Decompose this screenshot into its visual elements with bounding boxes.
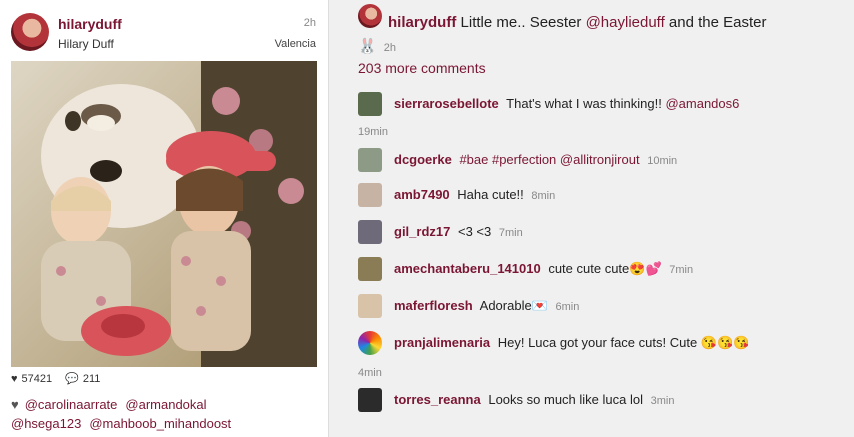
comment-username[interactable]: gil_rdz17: [394, 224, 450, 239]
post-stats: ♥ 57421 💬 211: [11, 372, 104, 385]
comment-time: 3min: [650, 395, 675, 407]
comment-text-line: dcgoerke #bae #perfection @allitronjirou…: [394, 152, 677, 167]
liker-link[interactable]: @mahboob_mihandoost: [89, 416, 231, 431]
comment-text: <3 <3: [457, 224, 492, 239]
avatar[interactable]: [358, 331, 382, 355]
likers-list: ♥ @carolinaarrate @armandokal @hsega123 @ma…: [11, 395, 321, 433]
comment-time: 8min: [531, 190, 556, 202]
comment-username[interactable]: dcgoerke: [394, 152, 452, 167]
caption-text: hilaryduff Little me.. Seester @hayliedu…: [388, 14, 767, 31]
caption-username[interactable]: hilaryduff: [388, 14, 456, 31]
comment-text-line: maferfloresh Adorable💌 6min: [394, 298, 579, 314]
comment-text: Haha cute!!: [457, 187, 524, 202]
comment-text: That's what I was thinking!!: [506, 96, 662, 111]
comment-text-line: torres_reanna Looks so much like luca lo…: [394, 392, 674, 407]
post-card: hilaryduff Hilary Duff 2h Valencia ♥ 574…: [0, 0, 329, 437]
post-photo[interactable]: [11, 61, 317, 367]
liker-link[interactable]: @armandokal: [125, 397, 206, 412]
avatar[interactable]: [358, 4, 382, 28]
comment-username[interactable]: torres_reanna: [394, 392, 481, 407]
avatar[interactable]: [358, 183, 382, 207]
post-header: hilaryduff Hilary Duff 2h Valencia: [10, 12, 320, 56]
comment-time: 4min: [358, 367, 382, 379]
caption-body-end: and the Easter: [668, 14, 767, 31]
post-location[interactable]: Valencia: [275, 38, 316, 50]
more-comments-link[interactable]: 203 more comments: [358, 60, 486, 76]
avatar[interactable]: [358, 294, 382, 318]
avatar[interactable]: [358, 148, 382, 172]
comment-time: 10min: [647, 155, 678, 167]
rabbit-icon: 🐰: [358, 38, 377, 55]
comment-username[interactable]: maferfloresh: [394, 298, 473, 313]
comment-time: 7min: [669, 264, 694, 276]
heart-icon[interactable]: ♥: [11, 373, 18, 385]
comment-time: 6min: [555, 301, 580, 313]
post-time: 2h: [303, 17, 316, 29]
comment-username[interactable]: amb7490: [394, 187, 450, 202]
caption-mention[interactable]: @haylieduff: [586, 14, 665, 31]
liker-link[interactable]: @carolinaarrate: [25, 397, 118, 412]
comment-username[interactable]: amechantaberu_141010: [394, 261, 541, 276]
liker-link[interactable]: @hsega123: [11, 416, 81, 431]
comment-mention[interactable]: @amandos6: [665, 96, 739, 111]
comment-username[interactable]: pranjalimenaria: [394, 335, 490, 350]
comment-text-line: amechantaberu_141010 cute cute cute😍💕 7m…: [394, 261, 693, 277]
comment-text: Looks so much like luca lol: [488, 392, 643, 407]
photo-illustration: [11, 61, 317, 367]
avatar[interactable]: [358, 388, 382, 412]
comment-text-line: gil_rdz17 <3 <3 7min: [394, 224, 523, 239]
comments-count: 211: [82, 373, 101, 385]
comment-text-line: pranjalimenaria Hey! Luca got your face …: [394, 335, 749, 351]
avatar[interactable]: [358, 257, 382, 281]
comment-mention[interactable]: #bae #perfection @allitronjirout: [459, 152, 639, 167]
comment-text-line: amb7490 Haha cute!! 8min: [394, 187, 555, 202]
caption-meta: 🐰 2h: [358, 37, 396, 55]
comment-time: 19min: [358, 126, 388, 138]
likes-count: 57421: [21, 373, 53, 385]
caption-body-start: Little me.. Seester: [460, 14, 582, 31]
caption-time: 2h: [383, 42, 396, 54]
speech-bubble-icon[interactable]: 💬: [65, 373, 79, 385]
heart-icon: ♥: [11, 397, 19, 412]
comment-time: 7min: [498, 227, 523, 239]
comment-username[interactable]: sierrarosebellote: [394, 96, 499, 111]
comment-text: Hey! Luca got your face cuts! Cute 😘😘😘: [497, 335, 750, 350]
avatar[interactable]: [358, 220, 382, 244]
comment-text: cute cute cute😍💕: [548, 261, 662, 276]
avatar[interactable]: [11, 13, 49, 51]
post-fullname: Hilary Duff: [58, 37, 114, 51]
comment-text-line: sierrarosebellote That's what I was thin…: [394, 96, 739, 111]
avatar[interactable]: [358, 92, 382, 116]
post-username[interactable]: hilaryduff: [58, 16, 122, 32]
comment-text: Adorable💌: [479, 298, 548, 313]
comments-panel: hilaryduff Little me.. Seester @hayliedu…: [358, 0, 854, 437]
